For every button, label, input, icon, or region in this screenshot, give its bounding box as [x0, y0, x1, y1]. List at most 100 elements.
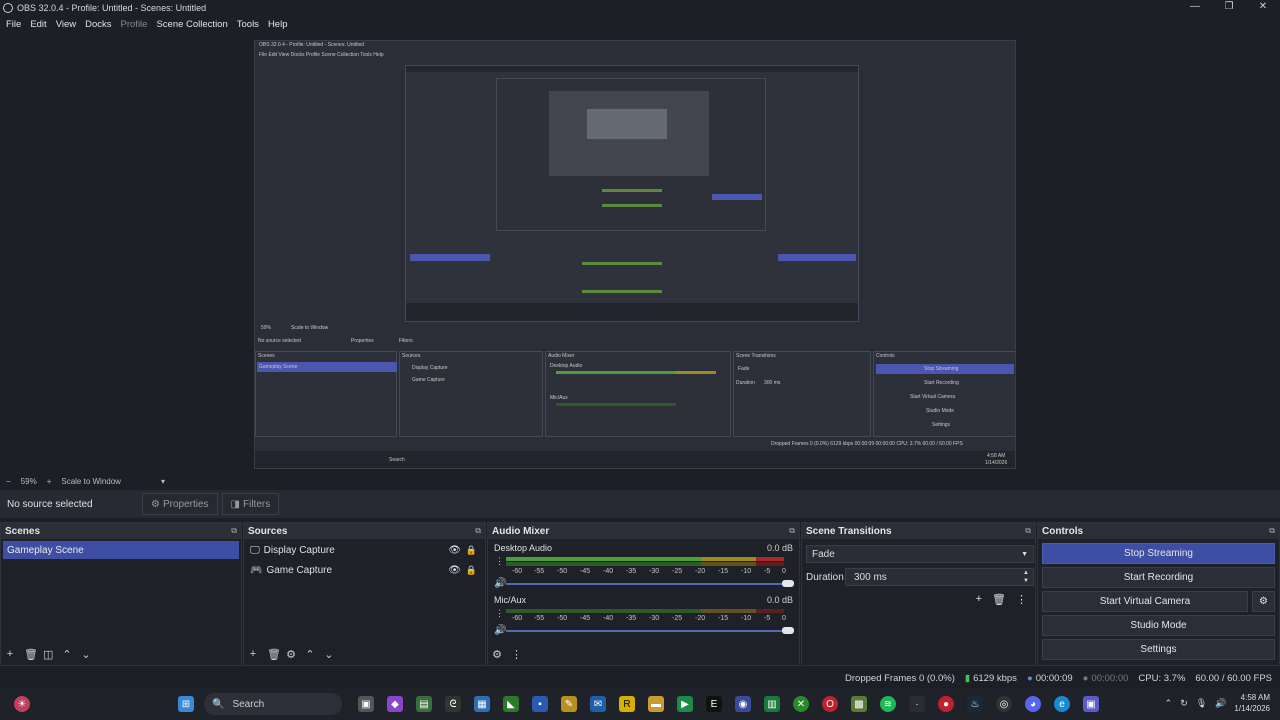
speaker-icon[interactable]: 🔊 [494, 625, 506, 636]
channel-menu-icon[interactable]: ⋮ [495, 556, 504, 567]
start-recording-button[interactable]: Start Recording [1042, 567, 1275, 588]
remove-scene-icon[interactable]: 🗑 [24, 648, 38, 661]
minecraft-icon[interactable]: ▩ [851, 696, 867, 712]
app-icon[interactable]: R [619, 696, 635, 712]
spinner-icon[interactable]: ▲ ▼ [1023, 569, 1029, 585]
volume-slider[interactable] [506, 630, 784, 632]
app-icon[interactable]: ▪ [532, 696, 548, 712]
file-explorer-icon[interactable]: ▬ [648, 696, 664, 712]
undock-icon[interactable]: ⧉ [789, 526, 795, 536]
search-label: Search [232, 698, 265, 710]
duration-field[interactable]: 300 ms ▲ ▼ [845, 568, 1034, 586]
app-icon[interactable]: ◉ [735, 696, 751, 712]
app-icon[interactable]: ✎ [561, 696, 577, 712]
scene-item[interactable]: Gameplay Scene [3, 541, 239, 559]
mixer-footer: ⚙ ⋮ [488, 643, 799, 665]
lock-icon[interactable]: 🔒 [466, 545, 477, 556]
undock-icon[interactable]: ⧉ [475, 526, 481, 536]
network-icon[interactable]: ↻ [1180, 698, 1188, 709]
source-item[interactable]: 🎮 Game Capture 👁 🔒 [244, 561, 485, 579]
lock-icon[interactable]: 🔒 [466, 565, 477, 576]
undock-icon[interactable]: ⧉ [1269, 526, 1275, 536]
app-icon[interactable]: ▤ [416, 696, 432, 712]
move-up-icon[interactable]: ⌃ [62, 648, 72, 661]
menu-help[interactable]: Help [268, 19, 288, 30]
close-button[interactable]: ✕ [1246, 0, 1280, 15]
microphone-icon[interactable]: 🎙 [1196, 698, 1207, 709]
menu-docks[interactable]: Docks [85, 19, 111, 30]
obs-taskbar-icon[interactable]: ◎ [996, 696, 1012, 712]
start-icon[interactable]: ⊞ [178, 696, 194, 712]
nvidia-icon[interactable]: ◣ [503, 696, 519, 712]
properties-button[interactable]: ⚙ Properties [142, 493, 218, 515]
tick-label: -10 [741, 568, 752, 575]
speaker-icon[interactable]: 🔊 [494, 578, 506, 589]
virtual-camera-settings-icon[interactable]: ⚙ [1252, 591, 1275, 612]
start-virtual-camera-button[interactable]: Start Virtual Camera [1042, 591, 1248, 612]
app-icon[interactable]: ● [938, 696, 954, 712]
taskbar-search[interactable]: 🔍 Search [204, 693, 342, 715]
add-source-icon[interactable]: + [248, 648, 258, 660]
menu-profile[interactable]: Profile [121, 19, 148, 30]
opera-icon[interactable]: O [822, 696, 838, 712]
move-up-icon[interactable]: ⌃ [305, 648, 315, 661]
mixer-menu-icon[interactable]: ⋮ [511, 648, 522, 661]
zoom-out-button[interactable]: − [6, 477, 11, 486]
outlook-icon[interactable]: ✉ [590, 696, 606, 712]
studio-mode-button[interactable]: Studio Mode [1042, 615, 1275, 636]
discord-icon[interactable]: ◕ [1025, 696, 1041, 712]
menu-tools[interactable]: Tools [237, 19, 259, 30]
move-down-icon[interactable]: ⌄ [324, 648, 334, 661]
source-item[interactable]: 🖵 Display Capture 👁 🔒 [244, 541, 485, 559]
volume-slider[interactable] [506, 583, 784, 585]
remove-transition-icon[interactable]: 🗑 [992, 593, 1006, 606]
preview-area[interactable]: OBS 32.0.4 - Profile: Untitled - Scenes:… [0, 33, 1280, 474]
transition-menu-icon[interactable]: ⋮ [1016, 593, 1027, 606]
clock[interactable]: 4:58 AM 1/14/2026 [1234, 692, 1270, 714]
stop-streaming-button[interactable]: Stop Streaming [1042, 543, 1275, 564]
app-icon[interactable]: ▥ [764, 696, 780, 712]
volume-slider-handle[interactable] [782, 580, 794, 587]
widgets-icon[interactable]: ☀ [14, 696, 30, 712]
settings-button[interactable]: Settings [1042, 639, 1275, 660]
task-view-icon[interactable]: ▣ [358, 696, 374, 712]
scale-to-window[interactable]: Scale to Window [61, 477, 121, 486]
visibility-eye-icon[interactable]: 👁 [448, 545, 461, 556]
undock-icon[interactable]: ⧉ [1025, 526, 1031, 536]
add-transition-icon[interactable]: + [976, 593, 982, 606]
app-icon[interactable]: ▶ [677, 696, 693, 712]
app-icon[interactable]: ▣ [1083, 696, 1099, 712]
store-icon[interactable]: ▦ [474, 696, 490, 712]
app-icon[interactable]: · [909, 696, 925, 712]
remove-source-icon[interactable]: 🗑 [267, 648, 281, 661]
edge-icon[interactable]: e [1054, 696, 1070, 712]
undock-icon[interactable]: ⧉ [231, 526, 237, 536]
add-scene-icon[interactable]: + [5, 648, 15, 660]
chevron-up-icon[interactable]: ⌃ [1165, 698, 1173, 709]
move-down-icon[interactable]: ⌄ [81, 648, 91, 661]
spotify-icon[interactable]: ≋ [880, 696, 896, 712]
visibility-eye-icon[interactable]: 👁 [448, 565, 461, 576]
minimize-button[interactable]: — [1178, 0, 1212, 15]
xbox-icon[interactable]: ✕ [793, 696, 809, 712]
menu-scene-collection[interactable]: Scene Collection [156, 19, 227, 30]
transition-select[interactable]: Fade ▼ [806, 545, 1034, 563]
app-icon[interactable]: ᘓ [445, 696, 461, 712]
channel-menu-icon[interactable]: ⋮ [495, 608, 504, 619]
scene-filters-icon[interactable]: ◫ [43, 648, 53, 661]
advanced-audio-icon[interactable]: ⚙ [492, 648, 502, 661]
source-properties-icon[interactable]: ⚙ [286, 648, 296, 661]
copilot-icon[interactable]: ◆ [387, 696, 403, 712]
zoom-in-button[interactable]: + [47, 477, 52, 486]
volume-slider-handle[interactable] [782, 627, 794, 634]
menu-view[interactable]: View [56, 19, 76, 30]
filters-button[interactable]: ◨ Filters [221, 493, 280, 515]
steam-icon[interactable]: ♨ [967, 696, 983, 712]
preview-canvas[interactable]: OBS 32.0.4 - Profile: Untitled - Scenes:… [254, 40, 1016, 469]
volume-icon[interactable]: 🔊 [1215, 698, 1226, 709]
scale-dropdown-icon[interactable]: ▾ [161, 477, 165, 486]
epic-games-icon[interactable]: E [706, 696, 722, 712]
maximize-button[interactable]: ❐ [1212, 0, 1246, 15]
menu-edit[interactable]: Edit [30, 19, 46, 30]
menu-file[interactable]: File [6, 19, 21, 30]
